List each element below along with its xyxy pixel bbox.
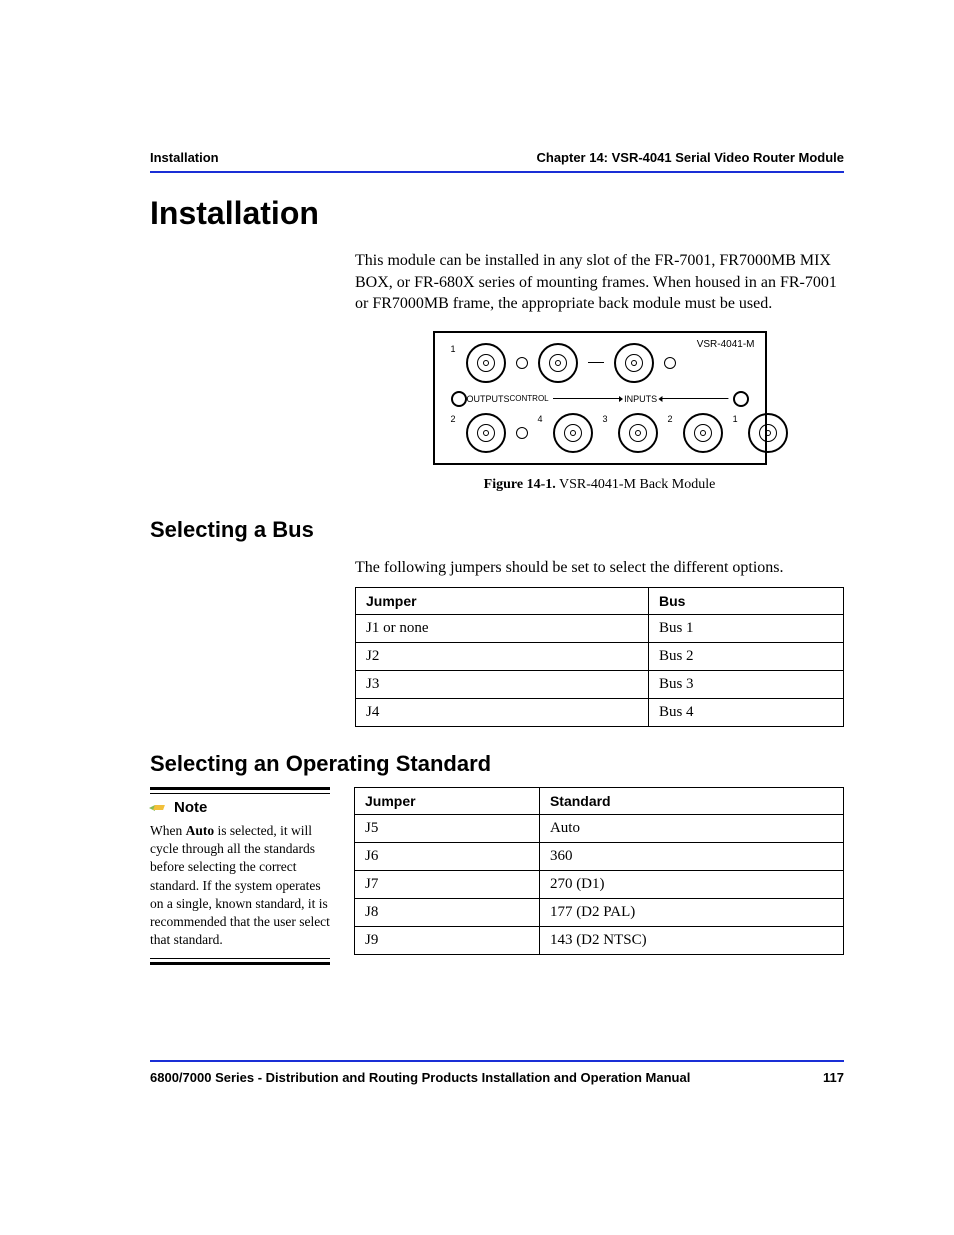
document-page: Installation Chapter 14: VSR-4041 Serial…: [0, 0, 954, 1235]
table-row: J6360: [355, 842, 844, 870]
table-row: J4Bus 4: [356, 698, 844, 726]
bnc-in-3: [618, 413, 658, 453]
table-row: J1 or noneBus 1: [356, 614, 844, 642]
th-jumper: Jumper: [355, 787, 540, 814]
intro-block: This module can be installed in any slot…: [355, 250, 844, 493]
figure-caption-label: Figure 14-1.: [484, 477, 556, 492]
fig-out-num-1: 1: [451, 344, 456, 354]
figure-caption-text: VSR-4041-M Back Module: [556, 477, 716, 492]
note-sidebar: Note When Auto is selected, it will cycl…: [150, 787, 330, 965]
figure-model-label: VSR-4041-M: [697, 339, 755, 350]
table-header-row: Jumper Standard: [355, 787, 844, 814]
fig-in-num-2: 2: [668, 414, 673, 424]
note-text-post: is selected, it will cycle through all t…: [150, 823, 330, 947]
table-row: J2Bus 2: [356, 642, 844, 670]
heading-selecting-bus: Selecting a Bus: [150, 517, 844, 543]
header-left: Installation: [150, 150, 219, 165]
table-row: J9143 (D2 NTSC): [355, 926, 844, 954]
table-row: J8177 (D2 PAL): [355, 898, 844, 926]
heading-selecting-standard: Selecting an Operating Standard: [150, 751, 844, 777]
note-label: Note: [174, 798, 207, 818]
inputs-label: INPUTS: [624, 394, 657, 404]
tab-icon: [516, 357, 528, 369]
running-footer: 6800/7000 Series - Distribution and Rout…: [150, 1060, 844, 1085]
bnc-control-1: [538, 343, 578, 383]
note-text-bold: Auto: [186, 823, 215, 838]
table-row: J5Auto: [355, 814, 844, 842]
outputs-label: OUTPUTS: [467, 394, 510, 404]
fig-out-num-2: 2: [451, 414, 456, 424]
bus-lead: The following jumpers should be set to s…: [355, 559, 844, 577]
bnc-in-2: [683, 413, 723, 453]
pencil-icon: [150, 802, 168, 814]
bnc-in-1: [748, 413, 788, 453]
th-bus: Bus: [648, 587, 843, 614]
page-title: Installation: [150, 195, 844, 232]
bnc-control-2: [614, 343, 654, 383]
screw-icon: [451, 391, 467, 407]
th-jumper: Jumper: [356, 587, 649, 614]
control-label: CONTROL: [510, 394, 549, 403]
figure-caption: Figure 14-1. VSR-4041-M Back Module: [355, 477, 844, 493]
tab-icon: [664, 357, 676, 369]
header-right: Chapter 14: VSR-4041 Serial Video Router…: [536, 150, 844, 165]
bnc-in-4: [553, 413, 593, 453]
footer-title: 6800/7000 Series - Distribution and Rout…: [150, 1070, 690, 1085]
table-row: J3Bus 3: [356, 670, 844, 698]
fig-in-num-3: 3: [603, 414, 608, 424]
bnc-out-2: [466, 413, 506, 453]
page-number: 117: [823, 1070, 844, 1085]
figure-mid-labels: OUTPUTS CONTROL INPUTS: [445, 389, 755, 413]
screw-icon: [733, 391, 749, 407]
bus-table: Jumper Bus J1 or noneBus 1 J2Bus 2 J3Bus…: [355, 587, 844, 727]
running-header: Installation Chapter 14: VSR-4041 Serial…: [150, 150, 844, 173]
fig-in-num-1: 1: [733, 414, 738, 424]
intro-paragraph: This module can be installed in any slot…: [355, 250, 844, 315]
th-standard: Standard: [539, 787, 843, 814]
table-row: J7270 (D1): [355, 870, 844, 898]
standard-table: Jumper Standard J5Auto J6360 J7270 (D1) …: [354, 787, 844, 955]
figure-back-module: VSR-4041-M 1 OUTPUTS CONTROL INPUTS: [433, 331, 767, 465]
table-header-row: Jumper Bus: [356, 587, 844, 614]
bnc-out-1: [466, 343, 506, 383]
note-text-pre: When: [150, 823, 186, 838]
fig-in-num-4: 4: [538, 414, 543, 424]
tab-icon: [516, 427, 528, 439]
